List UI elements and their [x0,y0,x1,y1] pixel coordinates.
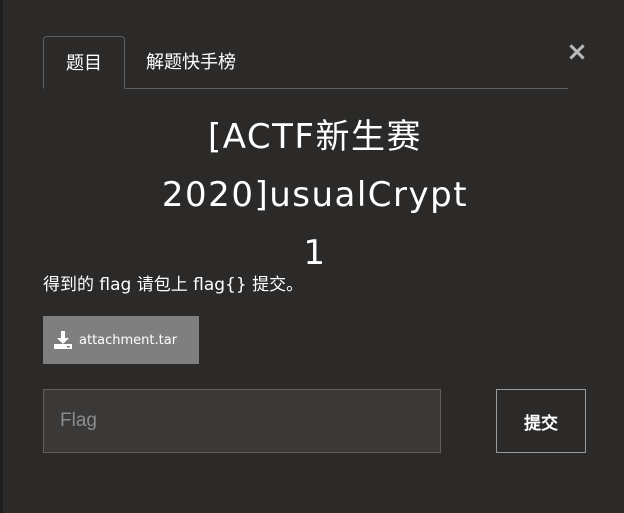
submit-button[interactable]: 提交 [496,389,586,453]
close-icon[interactable]: × [566,39,588,65]
challenge-title: [ACTF新生赛 2020]usualCrypt 1 [60,108,570,282]
tab-solves-leaderboard[interactable]: 解题快手榜 [131,36,251,88]
challenge-title-line: [ACTF新生赛 [208,117,422,157]
tab-bar: 题目 解题快手榜 [43,36,568,89]
attachment-download-button[interactable]: attachment.tar [43,316,199,364]
challenge-modal: 题目 解题快手榜 × [ACTF新生赛 2020]usualCrypt 1 得到… [0,0,624,513]
flag-input[interactable] [43,389,441,453]
tab-challenge[interactable]: 题目 [43,36,125,89]
download-icon [54,331,72,349]
attachment-filename: attachment.tar [79,332,178,348]
backdrop-edge [0,0,3,513]
challenge-description: 得到的 flag 请包上 flag{} 提交。 [43,275,304,295]
challenge-title-line: 2020]usualCrypt [161,175,469,215]
